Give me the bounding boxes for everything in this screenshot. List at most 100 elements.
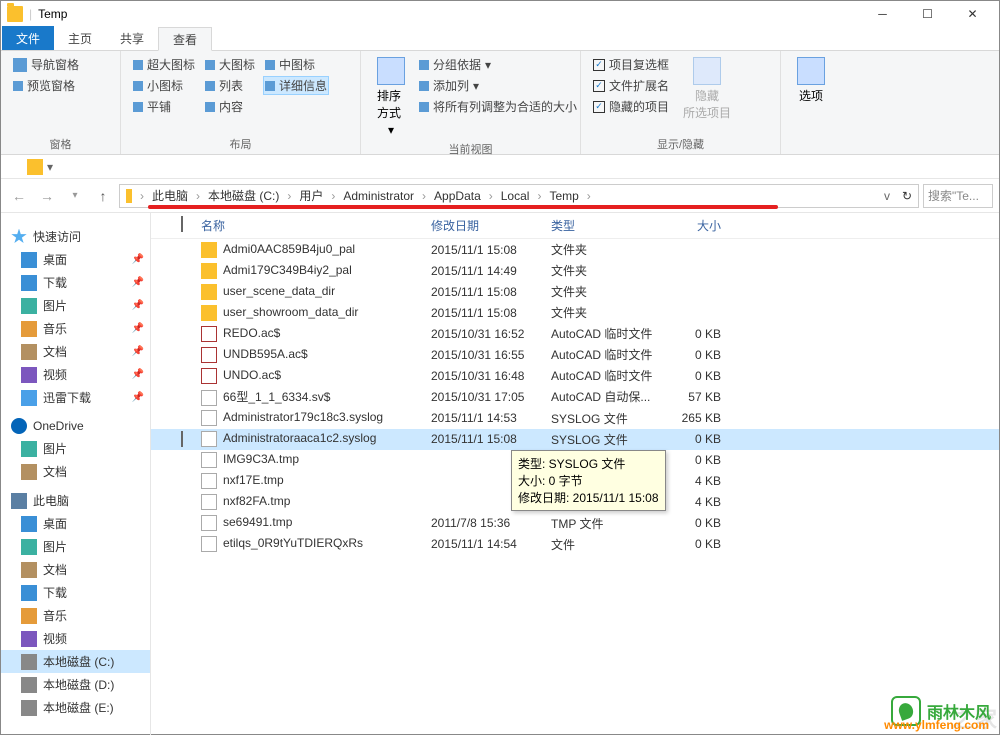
sidebar-thispc[interactable]: 此电脑 — [1, 489, 150, 512]
layout-tiles[interactable]: 平铺 — [131, 97, 197, 116]
col-header-size[interactable]: 大小 — [661, 217, 731, 234]
layout-list[interactable]: 列表 — [203, 76, 257, 95]
file-row[interactable]: Administrator179c18c3.syslog2015/11/1 14… — [151, 408, 999, 429]
crumb-users[interactable]: 用户 — [293, 185, 329, 207]
search-input[interactable]: 搜索"Te... — [923, 184, 993, 208]
file-name: UNDB595A.ac$ — [201, 347, 431, 363]
sidebar-quick-access[interactable]: 快速访问 — [1, 225, 150, 248]
sidebar-pc-music[interactable]: 音乐 — [1, 604, 150, 627]
crumb-local[interactable]: Local — [495, 185, 536, 207]
file-type: AutoCAD 临时文件 — [551, 325, 661, 342]
breadcrumb[interactable]: › 此电脑› 本地磁盘 (C:)› 用户› Administrator› App… — [119, 184, 919, 208]
add-columns-button[interactable]: 添加列 ▾ — [417, 76, 579, 95]
file-row[interactable]: Admi179C349B4iy2_pal2015/11/1 14:49文件夹 — [151, 260, 999, 281]
forward-button[interactable]: → — [35, 184, 59, 208]
crumb-temp[interactable]: Temp — [543, 185, 584, 207]
sidebar-onedrive[interactable]: OneDrive — [1, 415, 150, 437]
sort-by-button[interactable]: 排序方式▾ — [371, 55, 411, 139]
nav-pane-button[interactable]: 导航窗格 — [11, 55, 81, 74]
file-row[interactable]: Admi0AAC859B4ju0_pal2015/11/1 15:08文件夹 — [151, 239, 999, 260]
pc-icon[interactable] — [120, 185, 138, 207]
crumb-thispc[interactable]: 此电脑 — [146, 185, 194, 207]
tab-home[interactable]: 主页 — [54, 26, 106, 50]
hidden-items-toggle[interactable]: ✓隐藏的项目 — [591, 97, 671, 116]
size-all-cols-button[interactable]: 将所有列调整为合适的大小 — [417, 97, 579, 116]
sidebar-disk-d[interactable]: 本地磁盘 (D:) — [1, 673, 150, 696]
col-header-name[interactable]: 名称 — [201, 217, 431, 234]
sidebar-thunder[interactable]: 迅雷下载📌 — [1, 386, 150, 409]
file-name: nxf82FA.tmp — [201, 494, 431, 510]
layout-sm-icons[interactable]: 小图标 — [131, 76, 197, 95]
layout-xl-icons[interactable]: 超大图标 — [131, 55, 197, 74]
crumb-c[interactable]: 本地磁盘 (C:) — [202, 185, 285, 207]
tab-file[interactable]: 文件 — [2, 26, 54, 50]
crumb-appdata[interactable]: AppData — [428, 185, 487, 207]
hide-selected-button[interactable]: 隐藏 所选项目 — [677, 55, 737, 134]
file-row[interactable]: REDO.ac$2015/10/31 16:52AutoCAD 临时文件0 KB — [151, 323, 999, 344]
refresh-button[interactable]: ↻ — [896, 185, 918, 207]
file-row[interactable]: Administratoraaca1c2.syslog2015/11/1 15:… — [151, 429, 999, 450]
file-row[interactable]: 66型_1_1_6334.sv$2015/10/31 17:05AutoCAD … — [151, 386, 999, 408]
back-button[interactable]: ← — [7, 184, 31, 208]
file-row[interactable]: etilqs_0R9tYuTDIERQxRs2015/11/1 14:54文件0… — [151, 534, 999, 555]
sidebar-documents[interactable]: 文档📌 — [1, 340, 150, 363]
sidebar-desktop[interactable]: 桌面📌 — [1, 248, 150, 271]
sidebar-disk-c[interactable]: 本地磁盘 (C:) — [1, 650, 150, 673]
col-header-type[interactable]: 类型 — [551, 217, 661, 234]
preview-pane-button[interactable]: 预览窗格 — [11, 76, 81, 95]
acad-icon — [201, 368, 217, 384]
column-headers[interactable]: 名称 修改日期 类型 大小 — [151, 213, 999, 239]
layout-lg-icons[interactable]: 大图标 — [203, 55, 257, 74]
qat-dropdown[interactable]: ▾ — [47, 160, 53, 174]
file-ext-toggle[interactable]: ✓文件扩展名 — [591, 76, 671, 95]
file-icon — [201, 515, 217, 531]
group-currentview-label: 当前视图 — [371, 139, 570, 157]
file-size: 0 KB — [661, 348, 731, 362]
sidebar[interactable]: 快速访问 桌面📌 下载📌 图片📌 音乐📌 文档📌 视频📌 迅雷下载📌 OneDr… — [1, 213, 151, 735]
sidebar-videos[interactable]: 视频📌 — [1, 363, 150, 386]
minimize-button[interactable]: ─ — [860, 1, 905, 27]
file-row[interactable]: UNDO.ac$2015/10/31 16:48AutoCAD 临时文件0 KB — [151, 365, 999, 386]
tab-share[interactable]: 共享 — [106, 26, 158, 50]
close-button[interactable]: ✕ — [950, 1, 995, 27]
options-button[interactable]: 选项 — [791, 55, 831, 138]
sidebar-od-documents[interactable]: 文档 — [1, 460, 150, 483]
recent-button[interactable]: ▾ — [63, 184, 87, 208]
layout-md-icons[interactable]: 中图标 — [263, 55, 329, 74]
col-header-date[interactable]: 修改日期 — [431, 217, 551, 234]
addr-dropdown[interactable]: v — [878, 185, 896, 207]
crumb-admin[interactable]: Administrator — [337, 185, 420, 207]
row-checkbox[interactable] — [181, 431, 183, 447]
sidebar-music[interactable]: 音乐📌 — [1, 317, 150, 340]
up-button[interactable]: ↑ — [91, 184, 115, 208]
select-all-checkbox[interactable] — [181, 216, 183, 232]
file-row[interactable]: user_showroom_data_dir2015/11/1 15:08文件夹 — [151, 302, 999, 323]
file-name: nxf17E.tmp — [201, 473, 431, 489]
sidebar-pictures[interactable]: 图片📌 — [1, 294, 150, 317]
sidebar-disk-e[interactable]: 本地磁盘 (E:) — [1, 696, 150, 719]
sidebar-downloads[interactable]: 下载📌 — [1, 271, 150, 294]
watermark-url: www.ylmfeng.com — [884, 718, 989, 732]
folder-icon[interactable] — [7, 159, 23, 175]
file-row[interactable]: UNDB595A.ac$2015/10/31 16:55AutoCAD 临时文件… — [151, 344, 999, 365]
pin-icon: 📌 — [132, 254, 144, 265]
file-list[interactable]: 名称 修改日期 类型 大小 Admi0AAC859B4ju0_pal2015/1… — [151, 213, 999, 735]
layout-details[interactable]: 详细信息 — [263, 76, 329, 95]
sidebar-od-pictures[interactable]: 图片 — [1, 437, 150, 460]
sidebar-pc-pictures[interactable]: 图片 — [1, 535, 150, 558]
sidebar-pc-downloads[interactable]: 下载 — [1, 581, 150, 604]
file-date: 2015/10/31 16:52 — [431, 327, 551, 341]
qat-item[interactable] — [27, 159, 43, 175]
layout-content[interactable]: 内容 — [203, 97, 257, 116]
sidebar-pc-videos[interactable]: 视频 — [1, 627, 150, 650]
file-row[interactable]: user_scene_data_dir2015/11/1 15:08文件夹 — [151, 281, 999, 302]
file-row[interactable]: se69491.tmp2011/7/8 15:36TMP 文件0 KB — [151, 513, 999, 534]
group-by-button[interactable]: 分组依据 ▾ — [417, 55, 579, 74]
sidebar-pc-documents[interactable]: 文档 — [1, 558, 150, 581]
sidebar-pc-desktop[interactable]: 桌面 — [1, 512, 150, 535]
item-checkboxes-toggle[interactable]: ✓项目复选框 — [591, 55, 671, 74]
tab-view[interactable]: 查看 — [158, 27, 212, 51]
file-type: SYSLOG 文件 — [551, 431, 661, 448]
file-type: AutoCAD 临时文件 — [551, 367, 661, 384]
maximize-button[interactable]: ☐ — [905, 1, 950, 27]
